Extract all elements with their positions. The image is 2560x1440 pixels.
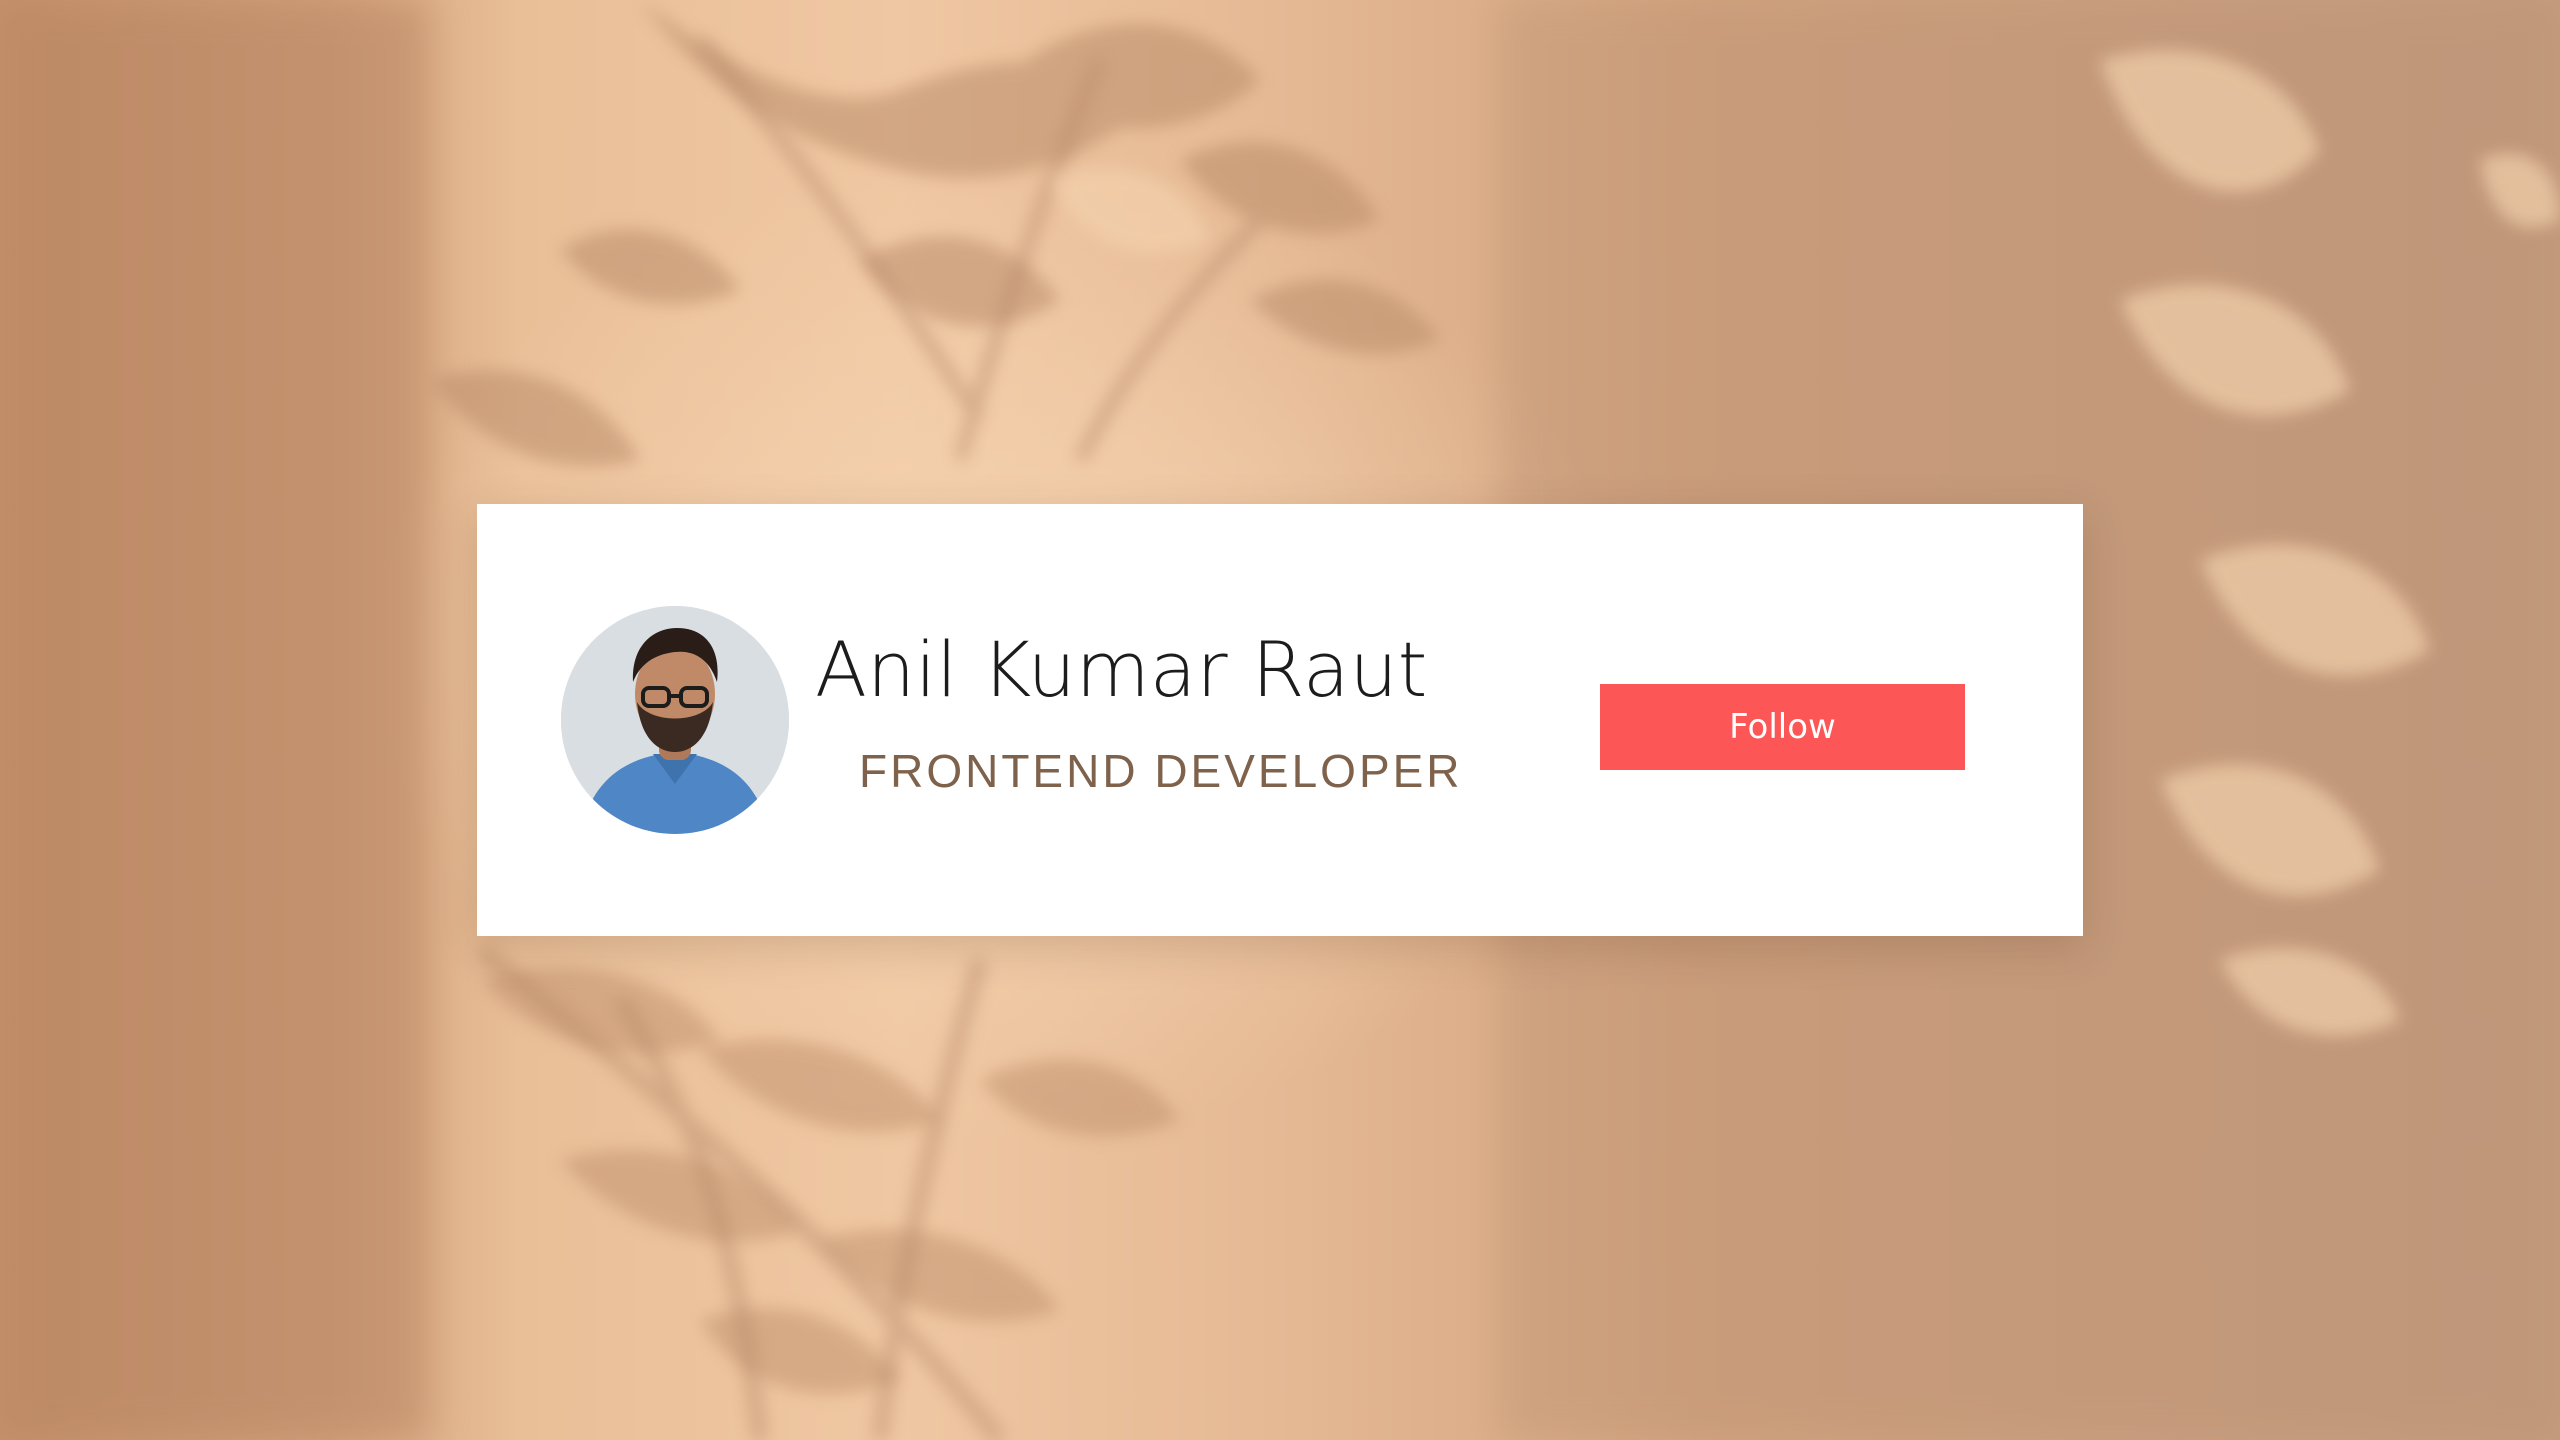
profile-card: Anil Kumar Raut FRONTEND DEVELOPER Follo… [477, 504, 2083, 936]
profile-name: Anil Kumar Raut [815, 625, 1428, 714]
avatar[interactable] [561, 606, 789, 834]
profile-role: FRONTEND DEVELOPER [859, 745, 1463, 797]
profile-photo-icon [561, 606, 789, 834]
follow-button[interactable]: Follow [1600, 684, 1965, 770]
